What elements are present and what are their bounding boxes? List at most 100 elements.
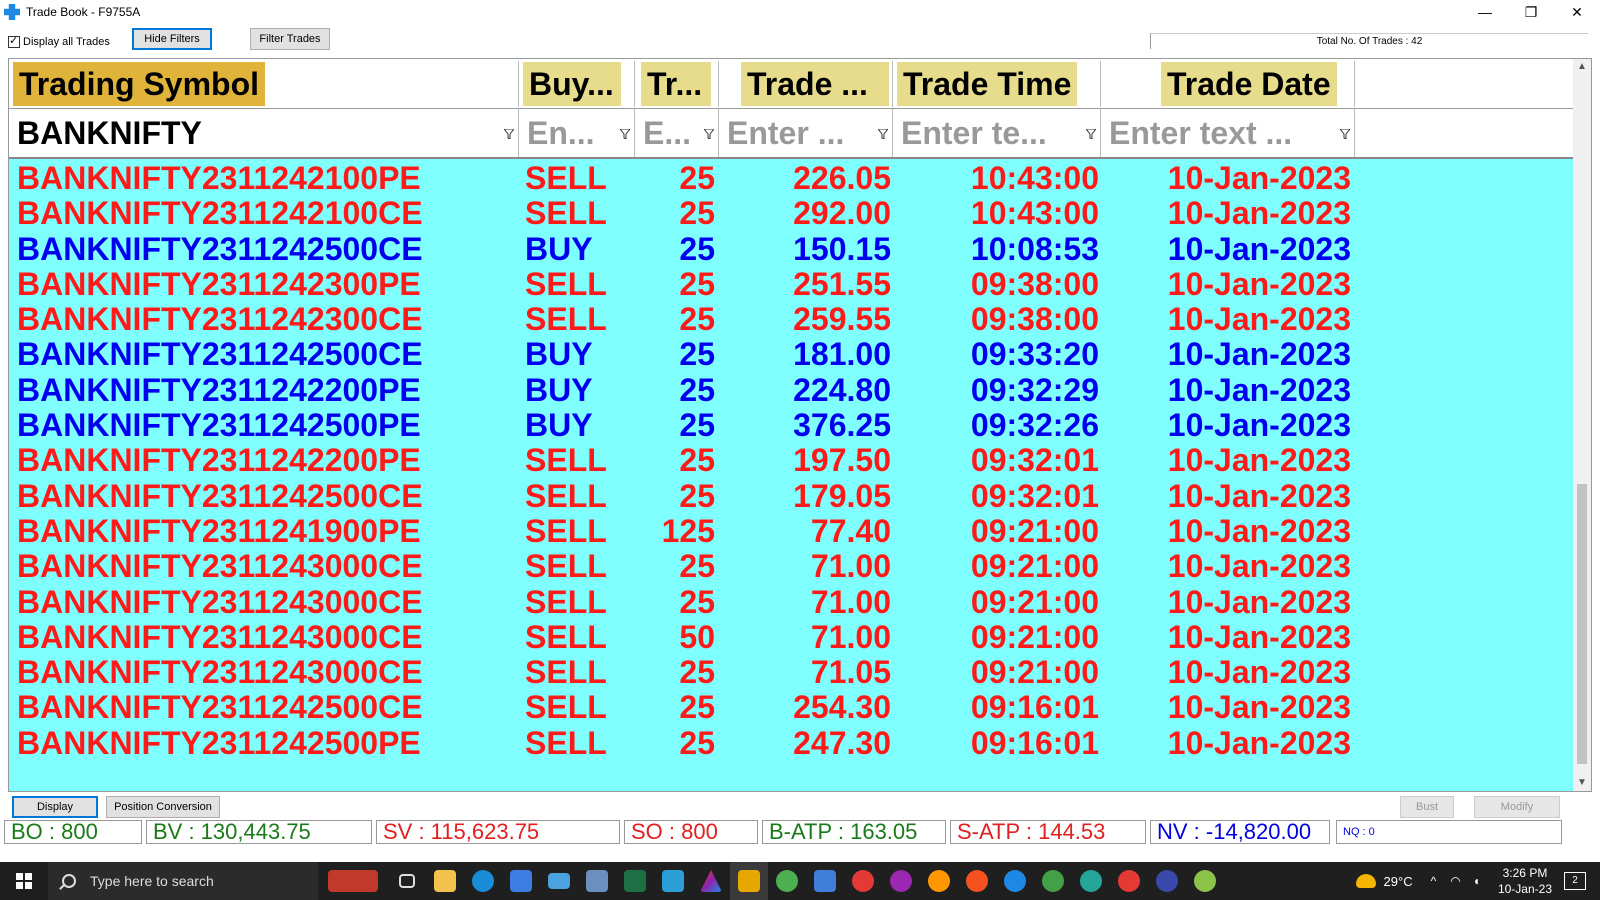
display-button[interactable]: Display (12, 796, 98, 818)
table-row[interactable]: BANKNIFTY2311243000CE SELL 25 71.00 09:21:00… (9, 583, 1573, 620)
window-app-icon[interactable] (806, 862, 844, 900)
table-row[interactable]: BANKNIFTY2311242500PE BUY 25 376.25 09:32:26… (9, 408, 1573, 443)
column-header-trade-qty[interactable]: Tr... (637, 61, 719, 107)
mail-icon[interactable] (540, 862, 578, 900)
task-view-icon[interactable] (388, 862, 426, 900)
table-row[interactable]: BANKNIFTY2311242300PE SELL 25 251.55 09:38:0… (9, 266, 1573, 302)
train-app-icon[interactable] (318, 862, 388, 900)
chrome-icon[interactable] (1110, 862, 1148, 900)
bust-button[interactable]: Bust (1400, 796, 1454, 818)
edge-browser-icon[interactable] (464, 862, 502, 900)
table-row[interactable]: BANKNIFTY2311242200PE SELL 25 197.50 09:32:0… (9, 443, 1573, 478)
display-all-trades-checkbox[interactable]: Display all Trades (8, 34, 110, 48)
scroll-up-arrow-icon[interactable]: ▲ (1573, 59, 1591, 75)
network-icon[interactable]: ◠ (1450, 874, 1460, 888)
table-row[interactable]: BANKNIFTY2311243000CE SELL 50 71.00 09:21:00… (9, 618, 1573, 655)
filter-input-placeholder[interactable]: E... (637, 114, 692, 152)
triangle-app-icon[interactable] (692, 862, 730, 900)
trading-app-icon[interactable] (730, 862, 768, 900)
cell-buy-sell: SELL (525, 618, 607, 655)
chrome-icon[interactable] (768, 862, 806, 900)
filter-funnel-icon[interactable] (620, 129, 630, 139)
filter-trades-button[interactable]: Filter Trades (250, 28, 330, 50)
chrome-icon[interactable] (844, 862, 882, 900)
filter-funnel-icon[interactable] (1340, 129, 1350, 139)
vertical-scrollbar[interactable]: ▲ ▼ (1573, 59, 1591, 791)
checkbox-checked-icon[interactable] (8, 34, 20, 48)
filter-input-placeholder[interactable]: Enter te... (895, 114, 1047, 152)
filter-trade-qty[interactable]: E... (637, 109, 719, 157)
cell-trade-date: 10-Jan-2023 (1167, 195, 1351, 232)
filter-buy-sell[interactable]: En... (521, 109, 635, 157)
cell-buy-sell: SELL (525, 548, 607, 585)
cell-trade-price: 71.00 (810, 618, 891, 655)
filter-input-placeholder[interactable]: En... (521, 114, 595, 152)
chrome-icon[interactable] (1186, 862, 1224, 900)
restore-button[interactable]: ❐ (1508, 0, 1554, 24)
table-row[interactable]: BANKNIFTY2311242200PE BUY 25 224.80 09:32:29… (9, 371, 1573, 408)
filter-input-value[interactable]: BANKNIFTY (11, 114, 202, 152)
column-header-trade-date[interactable]: Trade Date (1103, 61, 1355, 107)
table-row[interactable]: BANKNIFTY2311242300CE SELL 25 259.55 09:38:0… (9, 302, 1573, 337)
table-row[interactable]: BANKNIFTY2311241900PE SELL 125 77.40 09:21:0… (9, 512, 1573, 549)
filter-funnel-icon[interactable] (878, 129, 888, 139)
column-header-trading-symbol[interactable]: Trading Symbol (11, 61, 519, 107)
excel-icon[interactable] (616, 862, 654, 900)
chrome-icon[interactable] (920, 862, 958, 900)
start-button[interactable] (0, 862, 48, 900)
table-row[interactable]: BANKNIFTY2311242100CE SELL 25 292.00 10:43:0… (9, 196, 1573, 231)
cell-trade-qty: 25 (679, 230, 715, 267)
position-conversion-button[interactable]: Position Conversion (106, 796, 220, 818)
scroll-down-arrow-icon[interactable]: ▼ (1573, 775, 1591, 791)
filter-funnel-icon[interactable] (504, 129, 514, 139)
taskbar-search[interactable]: Type here to search (48, 862, 318, 900)
close-button[interactable]: ✕ (1554, 0, 1600, 24)
cell-trade-date: 10-Jan-2023 (1167, 583, 1351, 620)
chrome-icon[interactable] (1072, 862, 1110, 900)
filter-trading-symbol[interactable]: BANKNIFTY (11, 109, 519, 157)
chrome-icon[interactable] (958, 862, 996, 900)
cell-trade-qty: 25 (679, 689, 715, 726)
table-row[interactable]: BANKNIFTY2311243000CE SELL 25 71.00 09:21:00… (9, 549, 1573, 584)
cell-trade-price: 71.00 (810, 583, 891, 620)
column-header-trade-price[interactable]: Trade ... (721, 61, 893, 107)
cell-trade-time: 09:33:20 (970, 336, 1099, 373)
filter-input-placeholder[interactable]: Enter text ... (1103, 114, 1293, 152)
store-icon[interactable] (502, 862, 540, 900)
table-row[interactable]: BANKNIFTY2311242500CE SELL 25 254.30 09:16:0… (9, 690, 1573, 725)
modify-button[interactable]: Modify (1474, 796, 1560, 818)
snipping-tool-icon[interactable] (654, 862, 692, 900)
chrome-icon[interactable] (996, 862, 1034, 900)
scrollbar-thumb[interactable] (1577, 484, 1587, 764)
chrome-icon[interactable] (1034, 862, 1072, 900)
notification-icon[interactable]: 2 (1564, 872, 1586, 890)
file-explorer-icon[interactable] (426, 862, 464, 900)
filter-trade-price[interactable]: Enter ... (721, 109, 893, 157)
volume-icon[interactable]: ◖ (1473, 874, 1480, 888)
cell-trading-symbol: BANKNIFTY2311242200PE (17, 371, 421, 408)
chrome-icon[interactable] (1148, 862, 1186, 900)
cell-trade-date: 10-Jan-2023 (1167, 689, 1351, 726)
weather-widget[interactable]: 29°C (1355, 874, 1413, 889)
table-row[interactable]: BANKNIFTY2311242500CE SELL 25 179.05 09:32:0… (9, 478, 1573, 514)
hide-filters-button[interactable]: Hide Filters (132, 28, 212, 50)
filter-funnel-icon[interactable] (704, 129, 714, 139)
chevron-up-icon[interactable]: ^ (1431, 874, 1437, 888)
chrome-icon[interactable] (882, 862, 920, 900)
table-row[interactable]: BANKNIFTY2311242500PE SELL 25 247.30 09:16:0… (9, 725, 1573, 761)
system-clock[interactable]: 3:26 PM 10-Jan-23 (1498, 865, 1552, 897)
column-header-buy-sell[interactable]: Buy... (521, 61, 635, 107)
minimize-button[interactable]: — (1462, 0, 1508, 24)
filter-trade-time[interactable]: Enter te... (895, 109, 1101, 157)
filter-funnel-icon[interactable] (1086, 129, 1096, 139)
filter-trade-date[interactable]: Enter text ... (1103, 109, 1355, 157)
table-row[interactable]: BANKNIFTY2311242500CE BUY 25 181.00 09:33:20… (9, 337, 1573, 372)
table-row[interactable]: BANKNIFTY2311242500CE BUY 25 150.15 10:08:53… (9, 230, 1573, 267)
table-row[interactable]: BANKNIFTY2311242100PE SELL 25 226.05 10:43:0… (9, 161, 1573, 196)
cell-trade-time: 09:21:00 (970, 512, 1099, 549)
column-header-trade-time[interactable]: Trade Time (895, 61, 1101, 107)
cell-trade-price: 181.00 (793, 336, 891, 373)
filter-input-placeholder[interactable]: Enter ... (721, 114, 845, 152)
table-row[interactable]: BANKNIFTY2311243000CE SELL 25 71.05 09:21:00… (9, 655, 1573, 690)
app-icon-blue[interactable] (578, 862, 616, 900)
